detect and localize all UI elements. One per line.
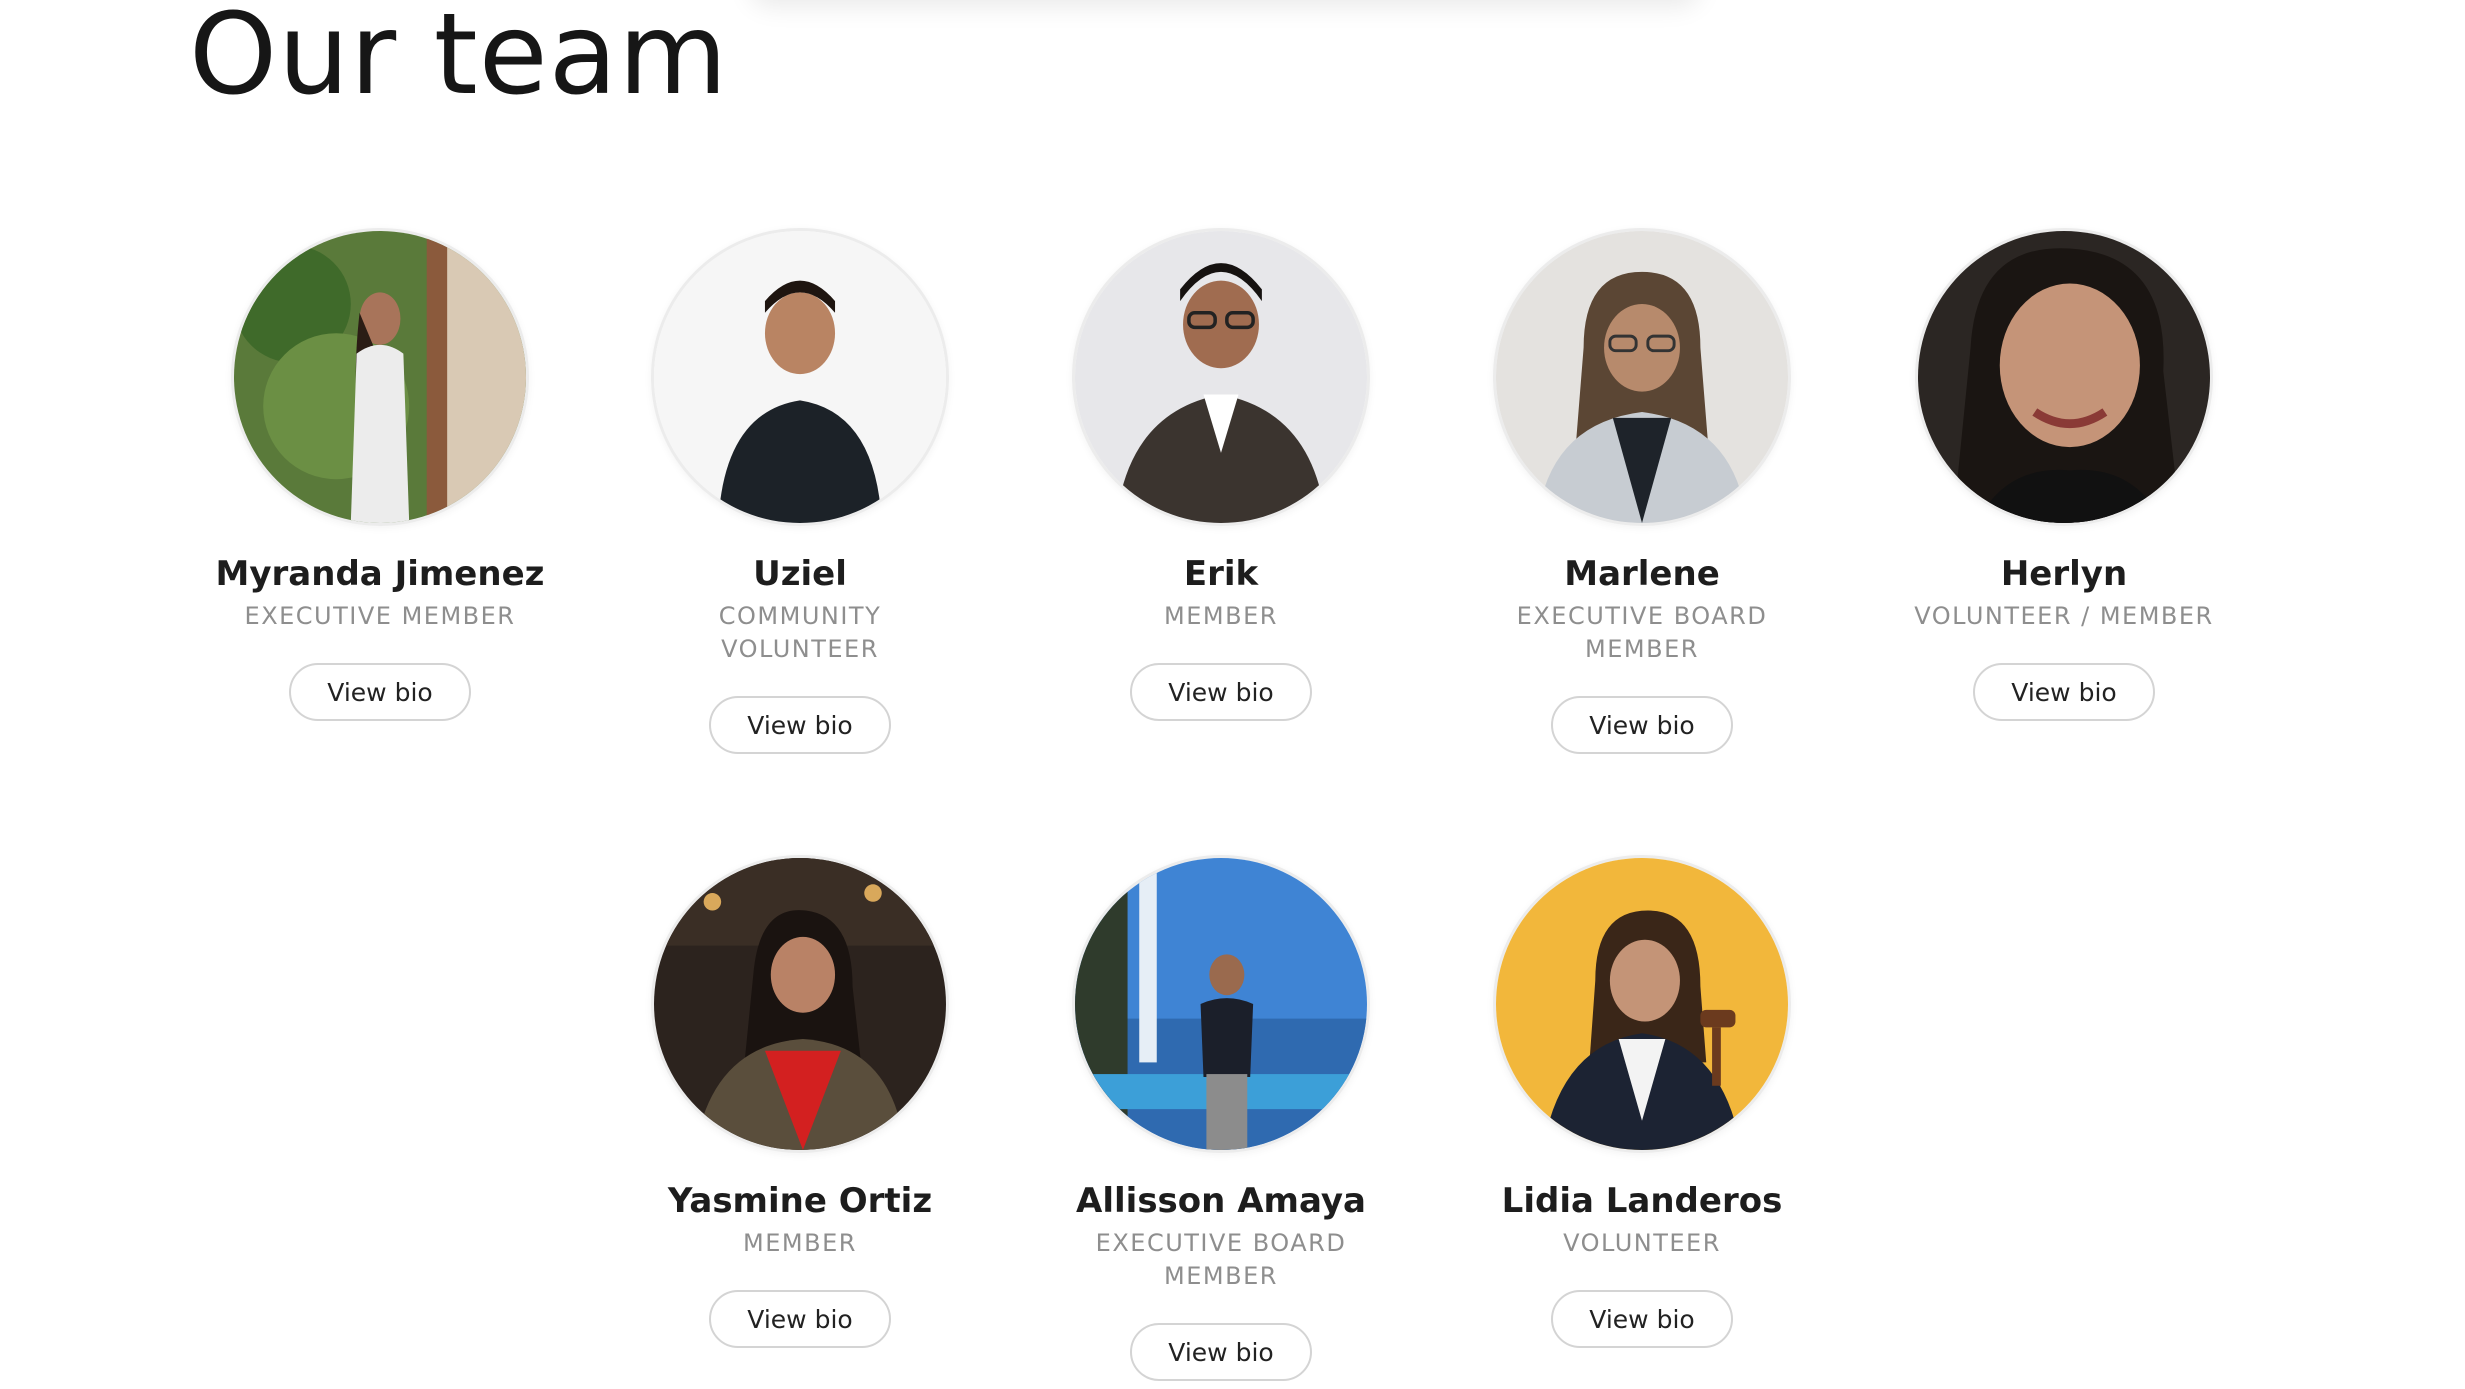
member-name: Erik <box>1183 554 1259 594</box>
view-bio-button[interactable]: View bio <box>1551 696 1733 755</box>
team-member-card: Allisson Amaya EXECUTIVE BOARD MEMBER Vi… <box>1021 855 1421 1382</box>
member-photo <box>1072 855 1370 1153</box>
member-name: Lidia Landeros <box>1501 1181 1783 1221</box>
member-name: Herlyn <box>2000 554 2128 594</box>
team-member-card: Lidia Landeros VOLUNTEER View bio <box>1442 855 1842 1349</box>
member-role: MEMBER <box>1164 602 1278 631</box>
member-photo <box>1493 855 1791 1153</box>
member-photo <box>1915 228 2213 526</box>
member-name: Yasmine Ortiz <box>667 1181 933 1221</box>
member-name: Marlene <box>1564 554 1720 594</box>
view-bio-button[interactable]: View bio <box>1973 663 2155 722</box>
member-name: Allisson Amaya <box>1076 1181 1366 1221</box>
member-role: COMMUNITY VOLUNTEER <box>718 602 882 664</box>
team-member-card: Myranda Jimenez EXECUTIVE MEMBER View bi… <box>180 228 580 722</box>
team-page: Our team Myranda Jimenez EXECUTIVE MEMBE… <box>0 0 2465 1389</box>
team-member-card: Yasmine Ortiz MEMBER View bio <box>600 855 1000 1349</box>
member-name: Myranda Jimenez <box>215 554 545 594</box>
member-photo <box>651 855 949 1153</box>
view-bio-button[interactable]: View bio <box>1551 1290 1733 1349</box>
team-member-card: Uziel COMMUNITY VOLUNTEER View bio <box>600 228 1000 755</box>
member-role: EXECUTIVE BOARD MEMBER <box>1516 602 1768 664</box>
member-name: Uziel <box>753 554 847 594</box>
member-photo <box>1493 228 1791 526</box>
view-bio-button[interactable]: View bio <box>1130 1323 1312 1382</box>
view-bio-button[interactable]: View bio <box>709 1290 891 1349</box>
team-member-card: Marlene EXECUTIVE BOARD MEMBER View bio <box>1442 228 1842 755</box>
member-role: VOLUNTEER / MEMBER <box>1914 602 2214 631</box>
page-title: Our team <box>189 0 729 120</box>
view-bio-button[interactable]: View bio <box>289 663 471 722</box>
member-photo <box>651 228 949 526</box>
member-role: EXECUTIVE MEMBER <box>244 602 516 631</box>
view-bio-button[interactable]: View bio <box>709 696 891 755</box>
member-role: MEMBER <box>743 1229 857 1258</box>
team-member-card: Herlyn VOLUNTEER / MEMBER View bio <box>1864 228 2264 722</box>
team-member-card: Erik MEMBER View bio <box>1021 228 1421 722</box>
view-bio-button[interactable]: View bio <box>1130 663 1312 722</box>
member-role: EXECUTIVE BOARD MEMBER <box>1095 1229 1347 1291</box>
member-photo <box>231 228 529 526</box>
member-role: VOLUNTEER <box>1563 1229 1721 1258</box>
member-photo <box>1072 228 1370 526</box>
